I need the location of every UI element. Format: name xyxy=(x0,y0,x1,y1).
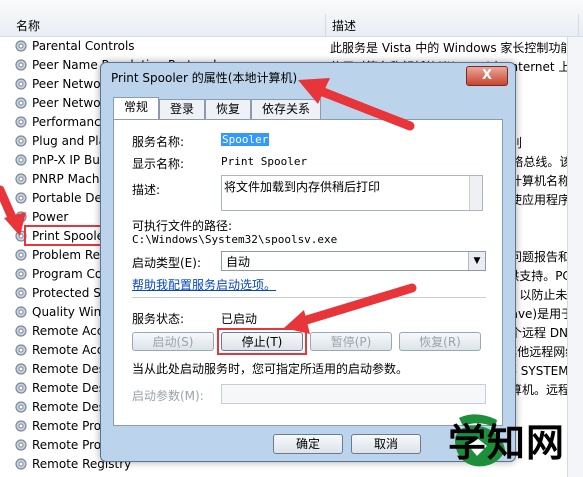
services-list-header: 名称 描述 xyxy=(0,0,583,37)
gear-icon xyxy=(15,173,27,185)
gear-icon xyxy=(15,211,27,223)
service-status-label: 服务状态: xyxy=(132,312,185,326)
gear-icon xyxy=(15,116,27,128)
gear-icon xyxy=(15,420,27,432)
print-spooler-properties-dialog: Print Spooler 的属性(本地计算机) X 常规 登录 恢复 依存关系… xyxy=(100,62,516,462)
print-spooler-highlight-box xyxy=(24,225,106,246)
gear-icon xyxy=(15,78,27,90)
description-field[interactable]: 将文件加载到内存供稍后打印 xyxy=(221,175,483,211)
gear-icon xyxy=(15,40,27,52)
gear-icon xyxy=(15,59,27,71)
startup-type-select[interactable]: 自动 ▼ xyxy=(221,251,486,271)
gear-icon xyxy=(15,382,27,394)
service-name: Parental Controls xyxy=(32,39,135,53)
tab-logon[interactable]: 登录 xyxy=(159,99,205,119)
gear-icon xyxy=(15,363,27,375)
gear-icon xyxy=(15,439,27,451)
gear-icon xyxy=(15,458,27,470)
stop-button-highlight-box xyxy=(217,328,307,355)
startup-type-label: 启动类型(E): xyxy=(132,256,201,270)
display-name-value[interactable]: Print Spooler xyxy=(221,155,307,168)
dialog-title: Print Spooler 的属性(本地计算机) xyxy=(111,71,298,85)
gear-icon xyxy=(15,154,27,166)
description-label: 描述: xyxy=(132,183,161,197)
description-value: 将文件加载到内存供稍后打印 xyxy=(224,180,381,194)
chevron-down-icon[interactable]: ▼ xyxy=(468,252,485,270)
pause-button[interactable]: 暂停(P) xyxy=(310,332,392,351)
gear-icon xyxy=(15,287,27,299)
service-name-value[interactable]: Spooler xyxy=(221,133,270,146)
startup-help-link[interactable]: 帮助我配置服务启动选项。 xyxy=(132,276,276,293)
section-divider xyxy=(132,297,486,298)
start-params-label: 启动参数(M): xyxy=(132,389,204,403)
gear-icon xyxy=(15,401,27,413)
start-params-input[interactable] xyxy=(221,384,486,404)
column-header-description[interactable]: 描述 xyxy=(332,17,356,34)
gear-icon xyxy=(15,249,27,261)
general-tab-panel: 服务名称: Spooler 显示名称: Print Spooler 描述: 将文… xyxy=(113,119,503,426)
tab-recovery[interactable]: 恢复 xyxy=(205,99,251,119)
exe-path-value[interactable]: C:\Windows\System32\spoolsv.exe xyxy=(132,233,337,246)
service-status-value: 已启动 xyxy=(221,312,258,326)
gear-icon xyxy=(15,306,27,318)
gear-icon xyxy=(15,325,27,337)
watermark-text: 学知网 xyxy=(448,421,566,465)
column-header-name[interactable]: 名称 xyxy=(16,17,40,34)
gear-icon xyxy=(15,135,27,147)
gear-icon xyxy=(15,192,27,204)
close-icon: X xyxy=(481,68,493,83)
service-description: 此服务是 Vista 中的 Windows 家长控制功能的 xyxy=(330,41,583,55)
start-params-hint: 当从此处启动服务时，您可指定所适用的启动参数。 xyxy=(132,362,409,376)
display-name-label: 显示名称: xyxy=(132,157,185,171)
column-separator[interactable] xyxy=(325,14,326,36)
service-row[interactable]: Parental Controls 此服务是 Vista 中的 Windows 家… xyxy=(0,37,583,56)
service-name-label: 服务名称: xyxy=(132,135,185,149)
exe-path-label: 可执行文件的路径: xyxy=(132,219,233,233)
start-button[interactable]: 启动(S) xyxy=(132,332,214,351)
service-name: Power xyxy=(32,210,69,224)
gear-icon xyxy=(15,97,27,109)
gear-icon xyxy=(15,344,27,356)
gear-icon xyxy=(15,268,27,280)
resume-button[interactable]: 恢复(R) xyxy=(399,332,481,351)
startup-type-value: 自动 xyxy=(226,255,251,269)
ok-button[interactable]: 确定 xyxy=(273,434,343,454)
dialog-close-button[interactable]: X xyxy=(466,66,508,86)
column-separator[interactable] xyxy=(578,14,579,36)
tab-general[interactable]: 常规 xyxy=(113,97,159,119)
description-scrollbar[interactable] xyxy=(469,176,482,210)
tab-dependencies[interactable]: 依存关系 xyxy=(251,99,321,119)
